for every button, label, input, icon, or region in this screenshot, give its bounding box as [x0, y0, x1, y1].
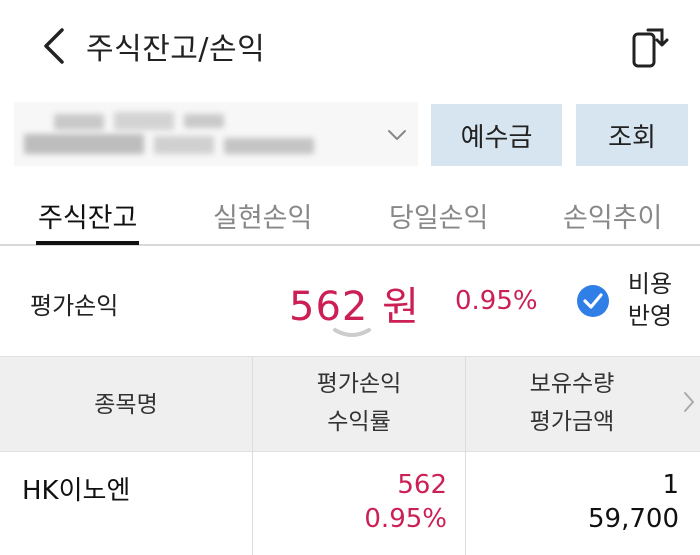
- cost-label-line2: 반영: [627, 302, 673, 330]
- tab-pnl-trend[interactable]: 손익추이: [563, 196, 662, 235]
- chevron-left-icon: [44, 28, 64, 64]
- active-tab-indicator: [36, 241, 139, 245]
- tab-realized-pnl[interactable]: 실현손익: [213, 196, 312, 235]
- share-button[interactable]: [626, 24, 672, 70]
- table-row[interactable]: HK이노엔 562 0.95% 1 59,700: [0, 452, 700, 555]
- tab-daily-pnl[interactable]: 당일손익: [389, 196, 488, 235]
- stock-holding: 1 59,700: [466, 468, 679, 536]
- stock-pnl-rate: 0.95%: [364, 504, 447, 534]
- deposit-button[interactable]: 예수금: [431, 104, 562, 166]
- evaluation-pnl-label: 평가손익: [30, 292, 119, 320]
- header-pnl: 평가손익 수익률: [253, 365, 465, 441]
- share-export-icon: [632, 28, 669, 68]
- header-pnl-line2: 수익률: [327, 409, 391, 435]
- app-header: 주식잔고/손익: [0, 0, 700, 92]
- evaluation-pnl-rate: 0.95%: [455, 286, 538, 316]
- expand-chevron-icon[interactable]: [332, 326, 372, 340]
- masked-account-number: [24, 108, 314, 160]
- chevron-down-icon: [388, 130, 406, 140]
- table-header: 종목명 평가손익 수익률 보유수량 평가금액: [0, 356, 700, 453]
- stock-pnl-amount: 562: [397, 470, 447, 500]
- stock-pnl: 562 0.95%: [253, 468, 447, 536]
- page-title: 주식잔고/손익: [86, 32, 266, 67]
- cost-reflect-label[interactable]: 비용 반영: [625, 268, 675, 332]
- tab-stock-balance[interactable]: 주식잔고: [38, 196, 137, 235]
- stock-quantity: 1: [662, 470, 679, 500]
- stock-eval-amount: 59,700: [588, 504, 679, 534]
- query-button[interactable]: 조회: [576, 104, 688, 166]
- header-hold-line1: 보유수량: [529, 371, 615, 397]
- tab-bar: 주식잔고 실현손익 당일손익 손익추이: [0, 178, 700, 246]
- header-stock-name: 종목명: [94, 392, 158, 418]
- stock-name: HK이노엔: [22, 476, 131, 506]
- header-pnl-line1: 평가손익: [316, 371, 402, 397]
- evaluation-pnl-amount: 562 원: [289, 284, 420, 330]
- summary-section: 평가손익 562 원 0.95% 비용 반영: [0, 246, 700, 356]
- cost-label-line1: 비용: [627, 270, 673, 298]
- header-holding: 보유수량 평가금액: [466, 365, 678, 441]
- account-selector[interactable]: [14, 102, 418, 166]
- chevron-right-icon[interactable]: [682, 390, 696, 414]
- checkbox-checked-icon[interactable]: [576, 284, 610, 318]
- back-button[interactable]: [38, 26, 74, 66]
- header-hold-line2: 평가금액: [529, 409, 615, 435]
